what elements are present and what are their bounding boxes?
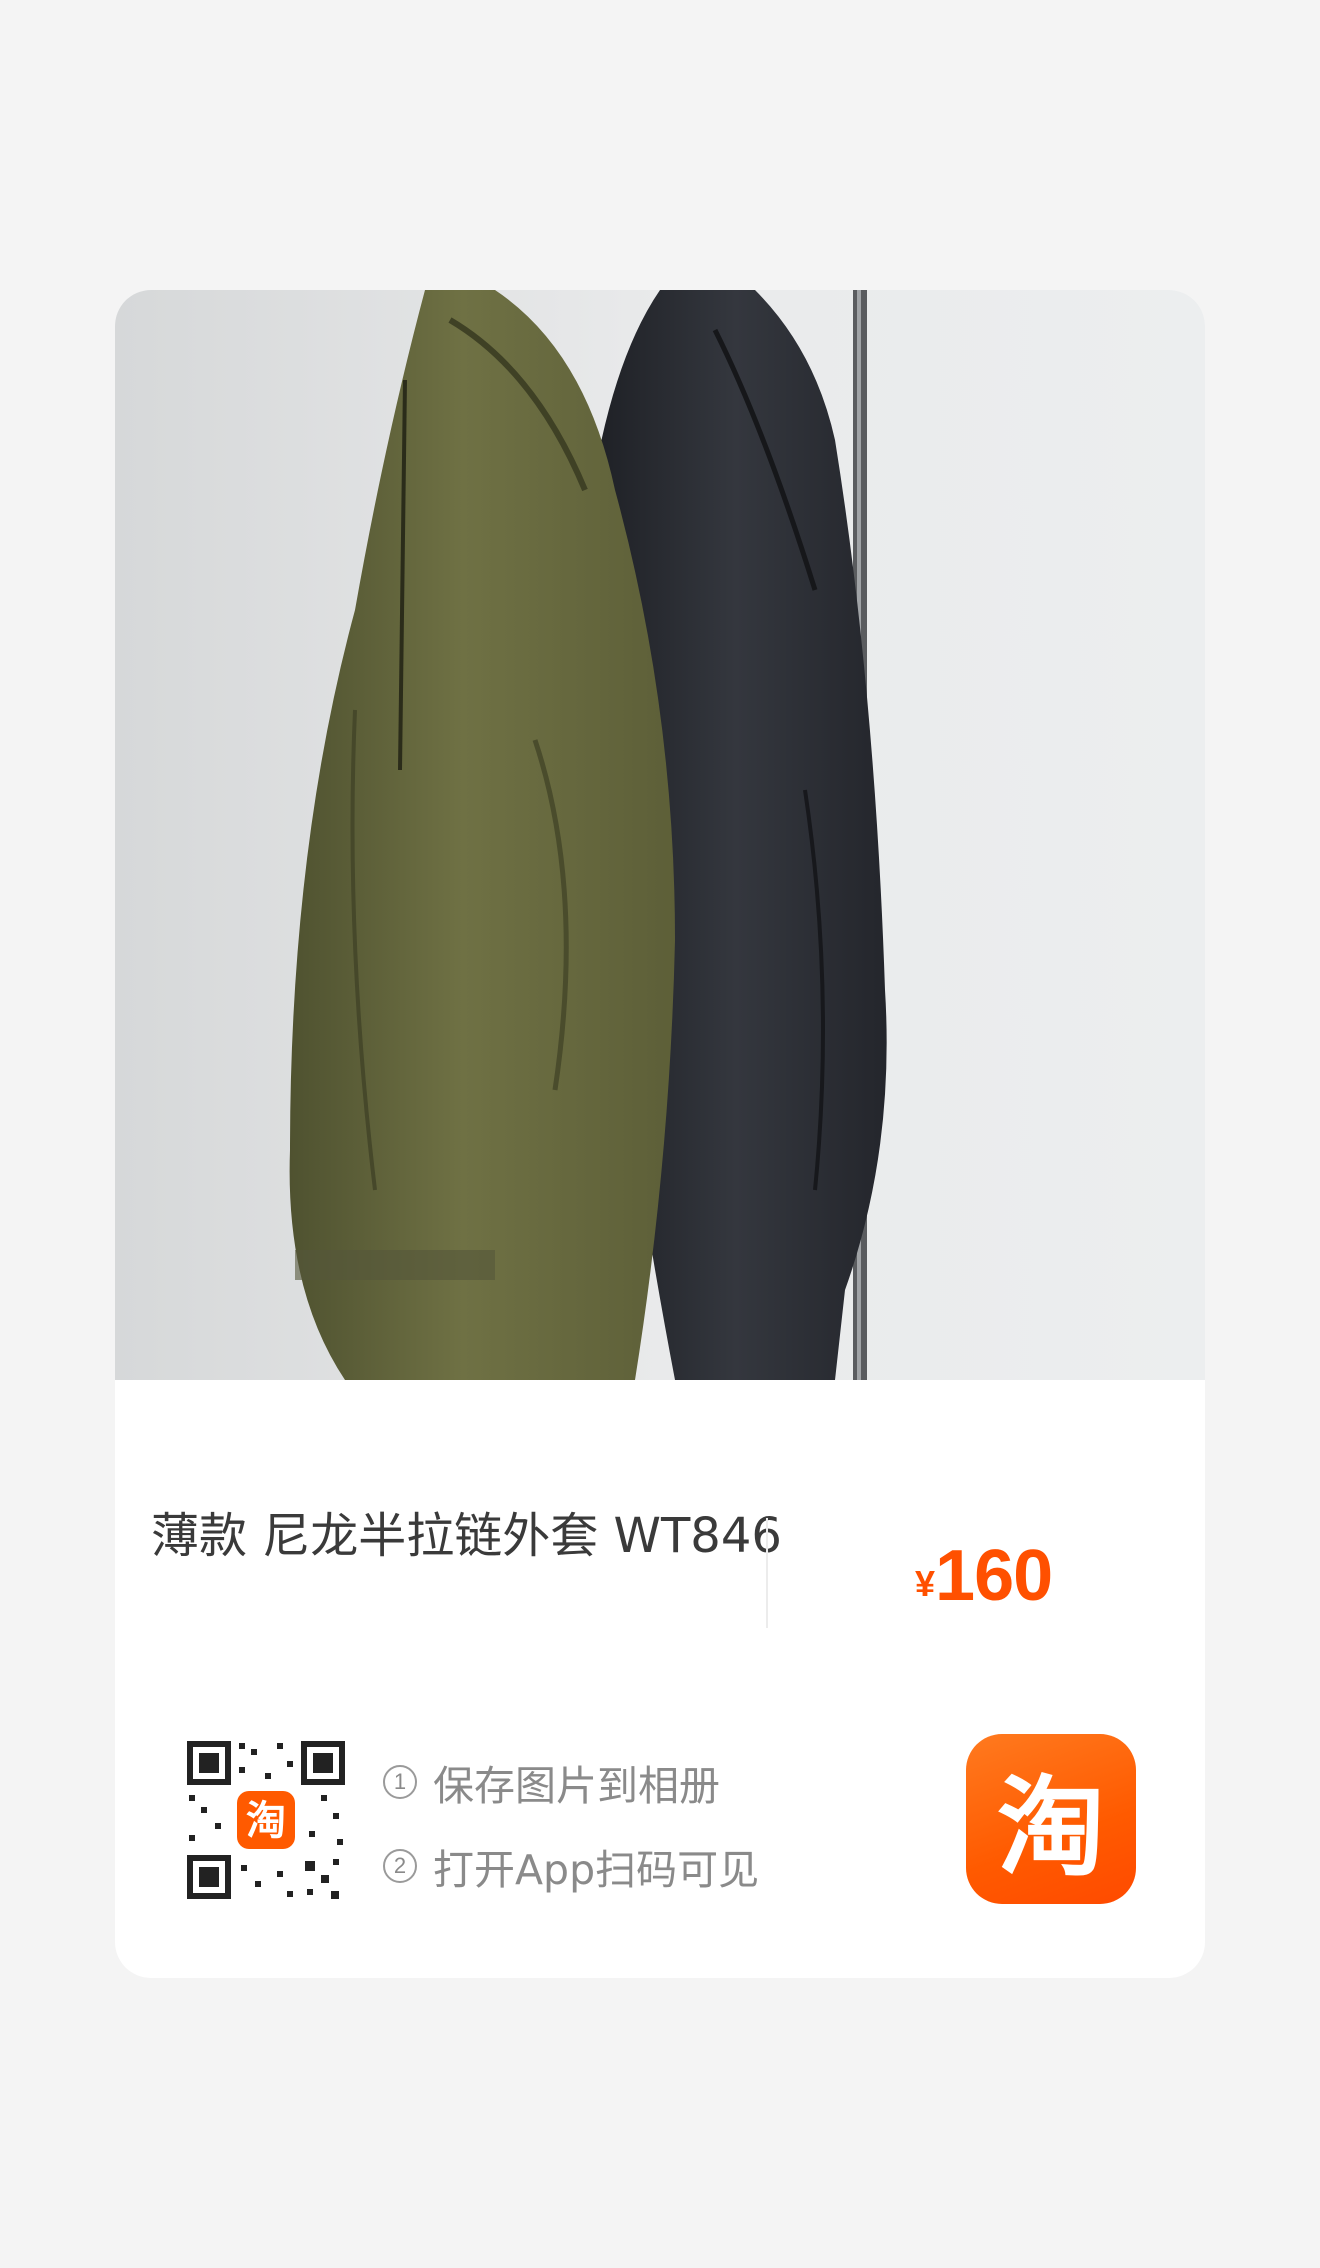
product-title[interactable]: 薄款 尼龙半拉链外套 WT846	[151, 1503, 851, 1569]
divider	[766, 1518, 768, 1628]
taobao-logo-glyph: 淘	[996, 1766, 1105, 1891]
product-price: ¥160	[915, 1535, 1053, 1617]
taobao-logo-icon[interactable]: 淘	[966, 1734, 1136, 1904]
product-image[interactable]	[115, 290, 1205, 1380]
share-instructions: 1 保存图片到相册 2 打开App扫码可见	[383, 1740, 759, 1908]
step-save-image: 1 保存图片到相册	[383, 1740, 759, 1824]
product-share-card: 薄款 尼龙半拉链外套 WT846 ¥160 淘 1 保存图片到相册 2 打开Ap…	[115, 290, 1205, 1978]
step-open-app: 2 打开App扫码可见	[383, 1824, 759, 1908]
currency-symbol: ¥	[915, 1563, 936, 1604]
step-label: 保存图片到相册	[433, 1762, 720, 1810]
price-amount: 160	[935, 1536, 1053, 1616]
qr-code-icon[interactable]: 淘	[181, 1735, 351, 1905]
step-number-icon: 2	[383, 1849, 417, 1883]
step-label: 打开App扫码可见	[433, 1846, 760, 1894]
step-number-icon: 1	[383, 1765, 417, 1799]
qr-badge: 淘	[246, 1798, 286, 1844]
